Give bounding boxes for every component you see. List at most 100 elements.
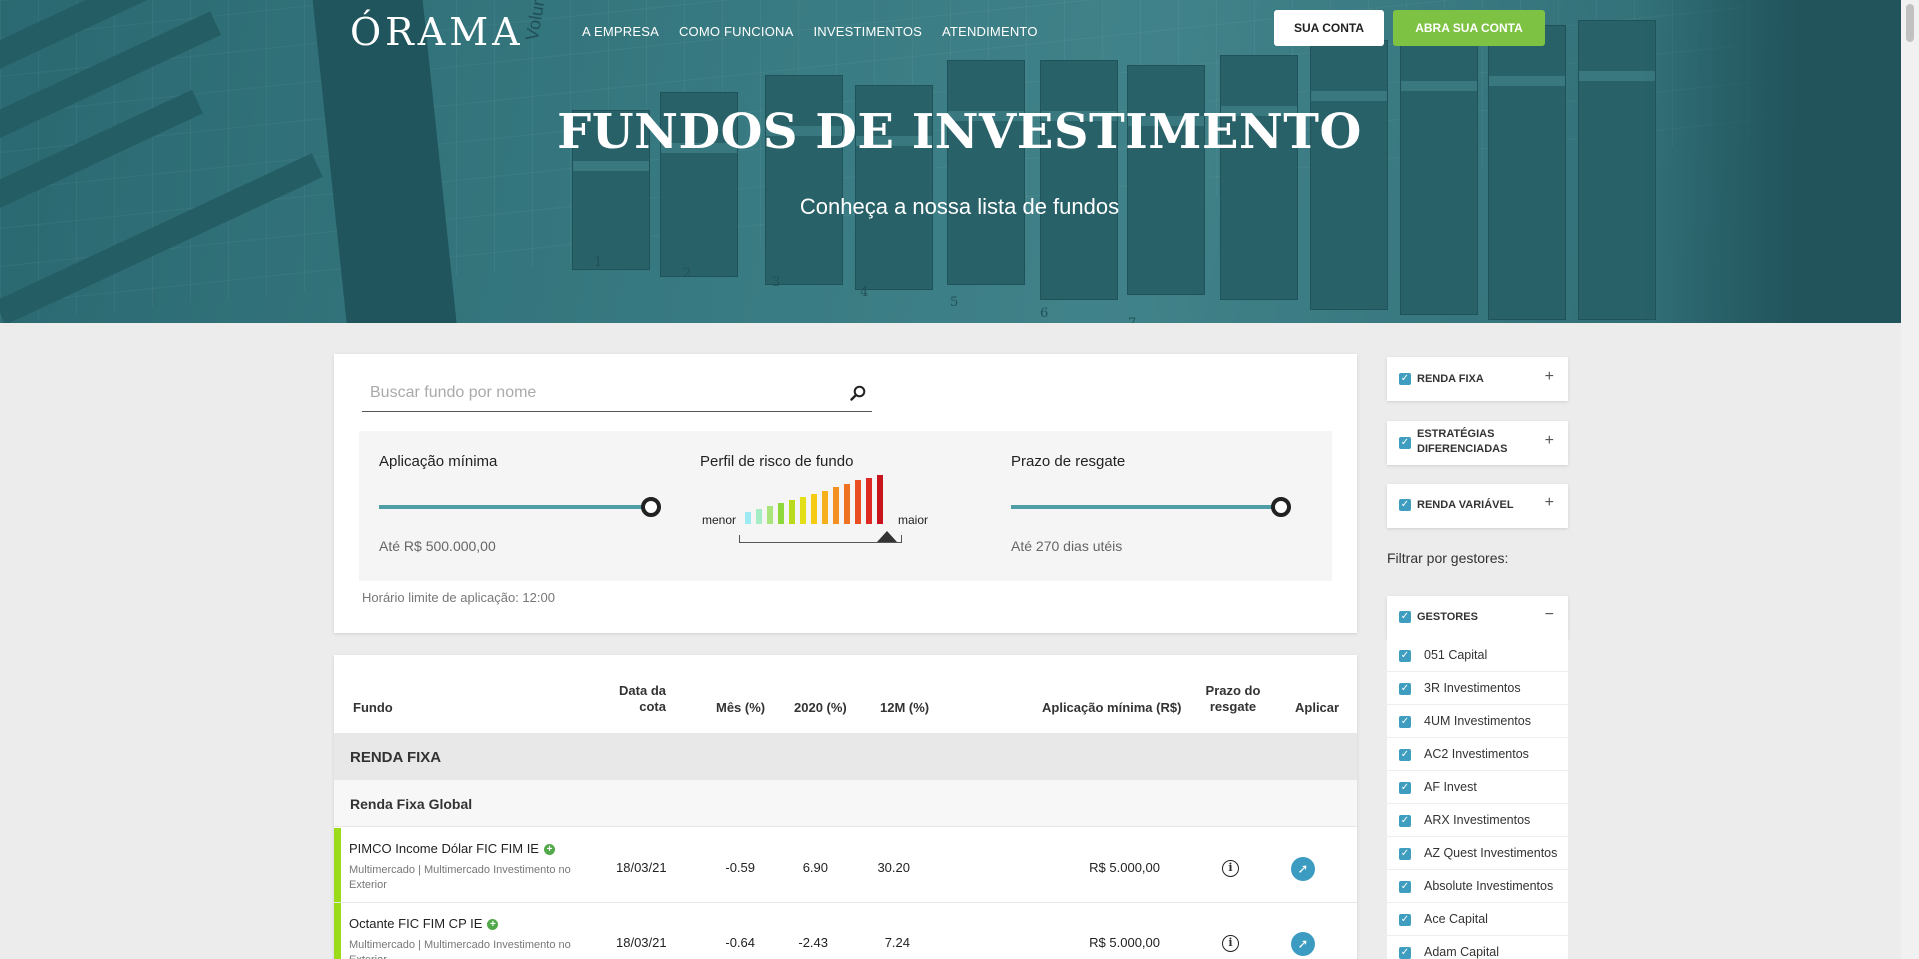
checkbox-checked-icon[interactable]: ✓ xyxy=(1399,749,1411,761)
gestor-label: AF Invest xyxy=(1424,780,1477,794)
sua-conta-button[interactable]: SUA CONTA xyxy=(1274,10,1384,46)
risk-scale-bars[interactable] xyxy=(745,475,895,524)
fund-12m: 7.24 xyxy=(884,935,910,950)
aplicacao-minima-label: Aplicação mínima xyxy=(379,453,498,470)
collapse-icon[interactable]: − xyxy=(1545,606,1554,624)
checkbox-checked-icon[interactable]: ✓ xyxy=(1399,650,1411,662)
nav-como-funciona[interactable]: COMO FUNCIONA xyxy=(679,24,794,39)
col-header-data-cota[interactable]: Data da cota xyxy=(604,683,666,715)
category-estrategias-diferenciadas[interactable]: ✓ ESTRATÉGIAS DIFERENCIADAS + xyxy=(1387,421,1568,465)
gestor-item[interactable]: ✓ Ace Capital xyxy=(1387,903,1568,936)
fund-name-text: PIMCO Income Dólar FIC FIM IE xyxy=(349,841,539,856)
col-header-mes[interactable]: Mês (%) xyxy=(716,700,765,716)
gestor-item[interactable]: ✓ AZ Quest Investimentos xyxy=(1387,837,1568,870)
fund-aplicacao-minima: R$ 5.000,00 xyxy=(1089,860,1160,875)
gestor-item[interactable]: ✓ Adam Capital xyxy=(1387,936,1568,959)
risk-slider-handle[interactable] xyxy=(877,531,897,542)
col-header-2020[interactable]: 2020 (%) xyxy=(794,700,847,716)
aplicacao-slider-handle[interactable] xyxy=(641,497,661,517)
risk-min-label: menor xyxy=(702,513,737,527)
gestor-item[interactable]: ✓ 051 Capital xyxy=(1387,639,1568,672)
table-row[interactable]: Octante FIC FIM CP IE + Multimercado | Mu… xyxy=(334,903,1357,959)
checkbox-checked-icon[interactable]: ✓ xyxy=(1399,848,1411,860)
gestor-label: AZ Quest Investimentos xyxy=(1424,846,1558,860)
gestor-item[interactable]: ✓ 3R Investimentos xyxy=(1387,672,1568,705)
fund-12m: 30.20 xyxy=(877,860,910,875)
abra-sua-conta-button[interactable]: ABRA SUA CONTA xyxy=(1393,10,1545,46)
gestor-label: 4UM Investimentos xyxy=(1424,714,1531,728)
checkbox-checked-icon[interactable]: ✓ xyxy=(1399,881,1411,893)
expand-icon[interactable]: + xyxy=(1545,368,1554,386)
gestor-label: Adam Capital xyxy=(1424,945,1500,959)
gestor-item[interactable]: ✓ AF Invest xyxy=(1387,771,1568,804)
checkbox-checked-icon[interactable]: ✓ xyxy=(1399,683,1411,695)
page-title: FUNDOS DE INVESTIMENTO xyxy=(557,104,1362,160)
hero-banner: Volume of 1 2 3 4 5 6 7 ÓRAMA A EMPRESA … xyxy=(0,0,1901,323)
info-icon[interactable]: i xyxy=(1222,860,1239,877)
col-header-aplicacao-minima[interactable]: Aplicação mínima (R$) xyxy=(1042,700,1181,716)
risk-accent-bar xyxy=(334,903,341,959)
plus-icon[interactable]: + xyxy=(543,844,555,855)
checkbox-checked-icon[interactable]: ✓ xyxy=(1399,499,1411,511)
funds-table: Fundo Data da cota Mês (%) 2020 (%) 12M … xyxy=(334,655,1357,959)
nav-atendimento[interactable]: ATENDIMENTO xyxy=(942,24,1038,39)
checkbox-checked-icon[interactable]: ✓ xyxy=(1399,947,1411,959)
expand-icon[interactable]: + xyxy=(1545,432,1554,450)
fund-name[interactable]: PIMCO Income Dólar FIC FIM IE + xyxy=(349,841,555,856)
gestores-label: GESTORES xyxy=(1417,611,1478,623)
plus-icon[interactable]: + xyxy=(487,919,499,930)
category-label: RENDA VARIÁVEL xyxy=(1417,499,1514,511)
col-header-data-cota-line2: cota xyxy=(639,699,666,714)
gestor-item[interactable]: ✓ 4UM Investimentos xyxy=(1387,705,1568,738)
gestor-item[interactable]: ✓ Absolute Investimentos xyxy=(1387,870,1568,903)
col-header-aplicar: Aplicar xyxy=(1295,700,1340,715)
apply-icon[interactable]: ➚ xyxy=(1291,857,1315,881)
checkbox-checked-icon[interactable]: ✓ xyxy=(1399,611,1411,623)
col-header-prazo-resgate[interactable]: Prazo do resgate xyxy=(1202,683,1264,715)
col-header-12m[interactable]: 12M (%) xyxy=(880,700,929,716)
fund-name[interactable]: Octante FIC FIM CP IE + xyxy=(349,916,499,931)
checkbox-checked-icon[interactable]: ✓ xyxy=(1399,373,1411,385)
fund-date: 18/03/21 xyxy=(616,935,667,950)
gestor-label: ARX Investimentos xyxy=(1424,813,1531,827)
scrollbar-thumb[interactable] xyxy=(1906,4,1914,42)
fund-date: 18/03/21 xyxy=(616,860,667,875)
orama-logo[interactable]: ÓRAMA xyxy=(350,10,524,54)
nav-a-empresa[interactable]: A EMPRESA xyxy=(582,24,659,39)
subgroup-row-renda-fixa-global[interactable]: Renda Fixa Global xyxy=(334,780,1357,827)
checkbox-checked-icon[interactable]: ✓ xyxy=(1399,782,1411,794)
category-renda-fixa[interactable]: ✓ RENDA FIXA + xyxy=(1387,357,1568,401)
table-row[interactable]: PIMCO Income Dólar FIC FIM IE + Multimerc… xyxy=(334,828,1357,903)
aplicacao-slider-track[interactable] xyxy=(379,505,649,509)
gestor-label: 051 Capital xyxy=(1424,648,1488,662)
info-icon[interactable]: i xyxy=(1222,935,1239,952)
fund-category: Multimercado | Multimercado Investimento… xyxy=(349,864,571,891)
page-scrollbar[interactable] xyxy=(1901,0,1919,959)
group-label: RENDA FIXA xyxy=(350,749,442,766)
gestor-item[interactable]: ✓ AC2 Investimentos xyxy=(1387,738,1568,771)
col-header-fundo[interactable]: Fundo xyxy=(353,700,393,716)
expand-icon[interactable]: + xyxy=(1545,494,1554,512)
apply-icon[interactable]: ➚ xyxy=(1291,932,1315,956)
gestor-item[interactable]: ✓ ARX Investimentos xyxy=(1387,804,1568,837)
fund-aplicacao-minima: R$ 5.000,00 xyxy=(1089,935,1160,950)
checkbox-checked-icon[interactable]: ✓ xyxy=(1399,437,1411,449)
gestores-header[interactable]: ✓ GESTORES − xyxy=(1387,596,1568,639)
search-box xyxy=(362,376,872,412)
category-renda-variavel[interactable]: ✓ RENDA VARIÁVEL + xyxy=(1387,484,1568,528)
gestor-label: Absolute Investimentos xyxy=(1424,879,1554,893)
group-row-renda-fixa[interactable]: RENDA FIXA xyxy=(334,733,1357,780)
search-input[interactable] xyxy=(362,376,832,410)
search-icon[interactable] xyxy=(850,385,866,401)
fund-2020: -2.43 xyxy=(798,935,828,950)
checkbox-checked-icon[interactable]: ✓ xyxy=(1399,914,1411,926)
fund-mes: -0.59 xyxy=(725,860,755,875)
prazo-slider-handle[interactable] xyxy=(1271,497,1291,517)
nav-investimentos[interactable]: INVESTIMENTOS xyxy=(813,24,922,39)
risk-accent-bar xyxy=(334,828,341,902)
risk-profile-label: Perfil de risco de fundo xyxy=(700,453,854,470)
gestor-label: AC2 Investimentos xyxy=(1424,747,1529,761)
checkbox-checked-icon[interactable]: ✓ xyxy=(1399,815,1411,827)
checkbox-checked-icon[interactable]: ✓ xyxy=(1399,716,1411,728)
prazo-slider-track[interactable] xyxy=(1011,505,1281,509)
